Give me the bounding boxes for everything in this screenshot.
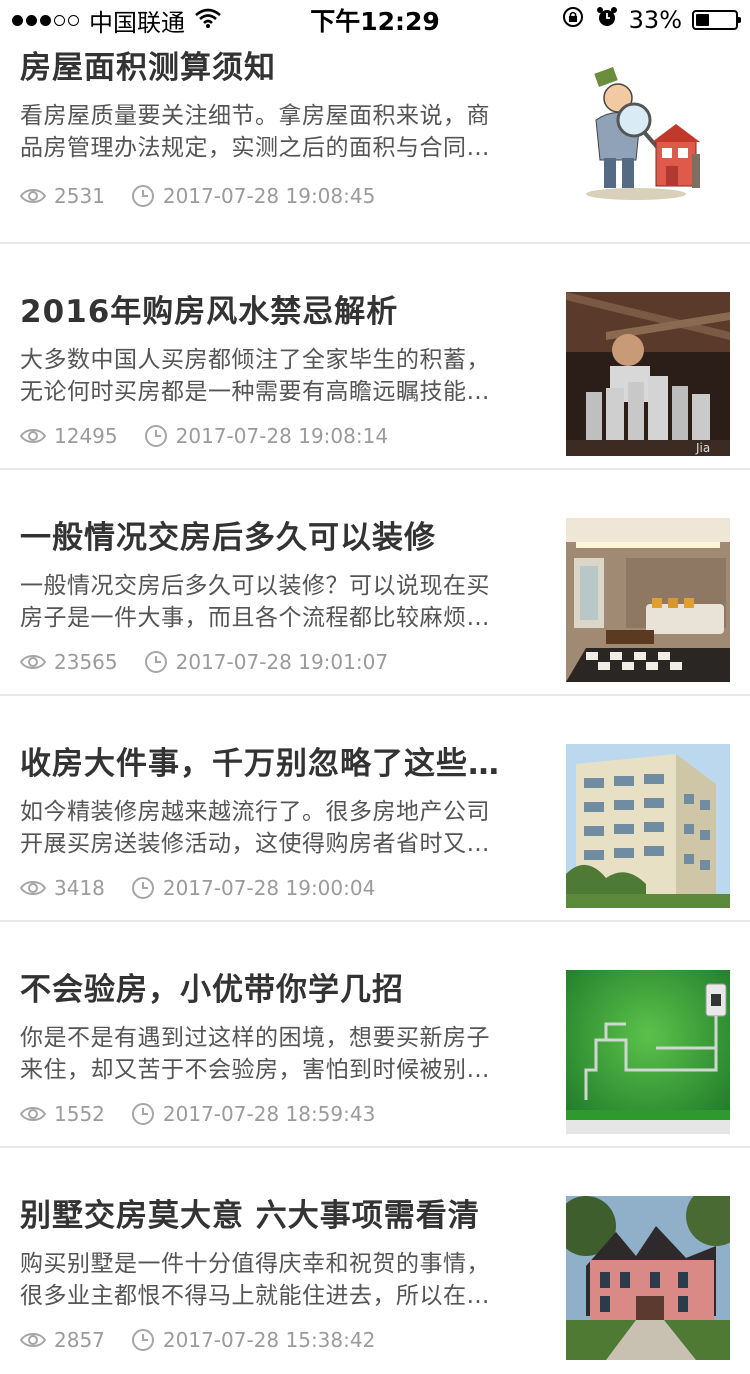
signal-strength-icon [12,14,79,26]
article-summary: 一般情况交房后多久可以装修？可以说现在买房子是一件大事，而且各个流程都比较麻烦… [20,573,490,631]
article-meta: 2857 2017-07-28 15:38:42 [20,1328,401,1352]
view-count: 1552 [54,1102,105,1126]
article-meta: 12495 2017-07-28 19:08:14 [20,424,414,448]
publish-time: 2017-07-28 19:08:45 [162,184,376,208]
article-thumbnail[interactable] [566,50,730,214]
article-thumbnail[interactable]: Jia [566,292,730,456]
article-list: 房屋面积测算须知 看房屋质量要关注细节。拿房屋面积来说，商品房管理办法规定，实测… [0,0,750,1374]
article-title[interactable]: 2016年购房风水禁忌解析 [20,286,510,331]
article-summary: 看房屋质量要关注细节。拿房屋面积来说，商品房管理办法规定，实测之后的面积与合同… [20,103,490,161]
battery-icon [692,10,741,30]
article-summary: 大多数中国人买房都倾注了全家毕生的积蓄，无论何时买房都是一种需要有高瞻远瞩技能… [20,347,490,405]
article-thumbnail[interactable] [566,970,730,1134]
article-title[interactable]: 收房大件事，千万别忽略了这些… [20,738,510,783]
cartoon-inspector-image [566,50,730,214]
article-item[interactable]: 2016年购房风水禁忌解析 大多数中国人买房都倾注了全家毕生的积蓄，无论何时买房… [0,244,750,470]
article-item[interactable]: 别墅交房莫大意 六大事项需看清 购买别墅是一件十分值得庆幸和祝贺的事情，很多业主… [0,1148,750,1374]
publish-time: 2017-07-28 19:00:04 [162,876,376,900]
article-title[interactable]: 房屋面积测算须知 [20,42,510,87]
article-summary: 购买别墅是一件十分值得庆幸和祝贺的事情，很多业主都恨不得马上就能住进去，所以在… [20,1251,490,1309]
apartment-building-image [566,744,730,908]
article-meta: 23565 2017-07-28 19:01:07 [20,650,414,674]
article-meta: 1552 2017-07-28 18:59:43 [20,1102,401,1126]
green-wall-pipes-image [566,970,730,1134]
status-time: 下午12:29 [310,7,440,36]
publish-time: 2017-07-28 18:59:43 [162,1102,376,1126]
battery-percent: 33% [628,6,682,34]
article-summary: 你是不是有遇到过这样的困境，想要买新房子来住，却又苦于不会验房，害怕到时候被别… [20,1025,490,1083]
view-count: 3418 [54,876,105,900]
article-title[interactable]: 别墅交房莫大意 六大事项需看清 [20,1190,510,1235]
living-room-image [566,518,730,682]
publish-time: 2017-07-28 19:08:14 [175,424,389,448]
carrier-name: 中国联通 [89,8,185,37]
clock-icon [144,650,168,674]
article-title[interactable]: 一般情况交房后多久可以装修 [20,512,510,557]
eye-icon [20,427,46,445]
man-with-model-image: Jia [566,292,730,456]
clock-icon [131,1102,155,1126]
article-thumbnail[interactable] [566,744,730,908]
alarm-icon [595,5,619,35]
article-item[interactable]: 一般情况交房后多久可以装修 一般情况交房后多久可以装修？可以说现在买房子是一件大… [0,470,750,696]
status-bar: 中国联通 下午12:29 33% [0,0,750,40]
view-count: 2857 [54,1328,105,1352]
eye-icon [20,653,46,671]
publish-time: 2017-07-28 15:38:42 [162,1328,376,1352]
svg-text:Jia: Jia [695,441,710,455]
publish-time: 2017-07-28 19:01:07 [175,650,389,674]
clock-icon [131,1328,155,1352]
article-title[interactable]: 不会验房，小优带你学几招 [20,964,510,1009]
article-item[interactable]: 不会验房，小优带你学几招 你是不是有遇到过这样的困境，想要买新房子来住，却又苦于… [0,922,750,1148]
view-count: 12495 [54,424,118,448]
clock-icon [144,424,168,448]
view-count: 2531 [54,184,105,208]
article-meta: 2531 2017-07-28 19:08:45 [20,184,401,208]
wifi-icon [195,6,221,34]
article-thumbnail[interactable] [566,1196,730,1360]
article-thumbnail[interactable] [566,518,730,682]
clock-icon [131,876,155,900]
article-meta: 3418 2017-07-28 19:00:04 [20,876,401,900]
view-count: 23565 [54,650,118,674]
eye-icon [20,1105,46,1123]
article-item[interactable]: 收房大件事，千万别忽略了这些… 如今精装修房越来越流行了。很多房地产公司开展买房… [0,696,750,922]
rotation-lock-icon [561,5,585,35]
eye-icon [20,879,46,897]
clock-icon [131,184,155,208]
eye-icon [20,187,46,205]
article-summary: 如今精装修房越来越流行了。很多房地产公司开展买房送装修活动，这使得购房者省时又… [20,799,490,857]
pink-villa-image [566,1196,730,1360]
